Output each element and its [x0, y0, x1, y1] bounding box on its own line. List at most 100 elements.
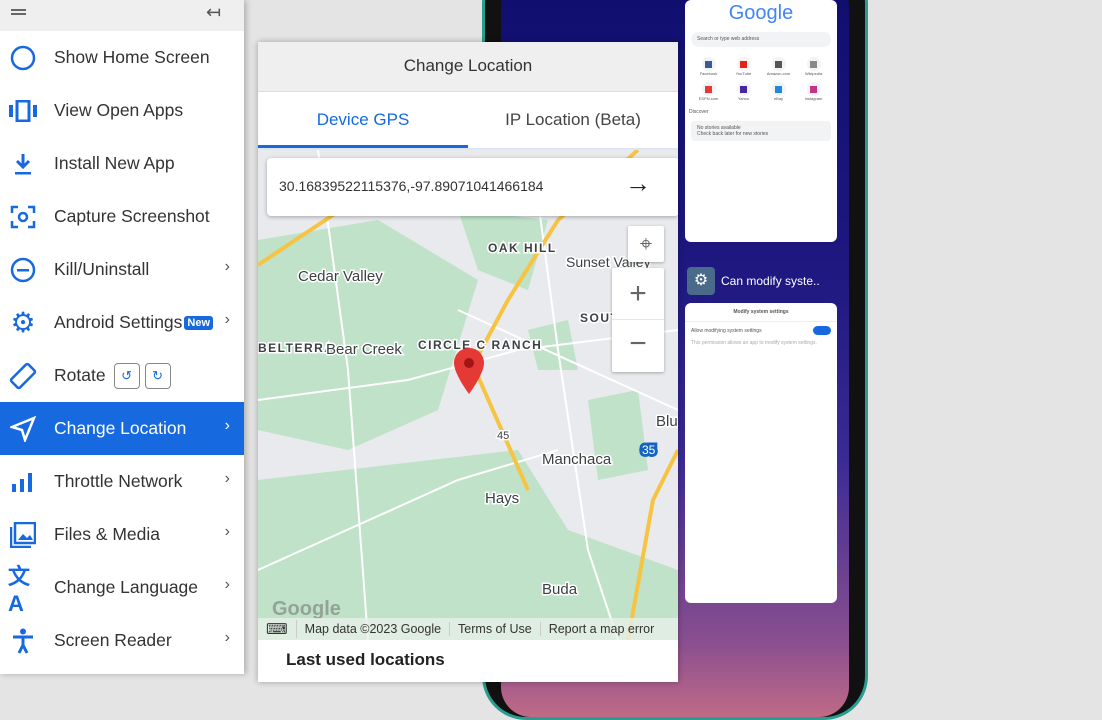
rotate-right-button[interactable]: ↻ [144, 362, 171, 389]
check-back-text: Check back later for new stories [697, 131, 769, 137]
sidebar-item-capture-screenshot[interactable]: Capture Screenshot [0, 190, 244, 243]
allow-desc: This permission allows an app to modify … [691, 340, 817, 346]
chevron-right-icon: › [224, 311, 230, 328]
allow-toggle[interactable] [813, 326, 831, 335]
shortcut-icon [736, 82, 751, 96]
sidebar-item-rotate[interactable]: Rotate ↺ ↻ [0, 349, 244, 402]
sidebar-item-throttle-network[interactable]: Throttle Network › [0, 455, 244, 508]
shortcut-icon [771, 82, 786, 96]
sidebar-item-label: Android Settings [54, 312, 183, 332]
sidebar-item-label: Capture Screenshot [54, 206, 210, 226]
sidebar-item-label: Change Location [54, 418, 187, 438]
download-icon [8, 149, 38, 179]
rotate-icon [8, 361, 38, 391]
shortcut-icon [701, 57, 716, 71]
search-box[interactable]: Search or type web address [691, 32, 831, 47]
image-icon [8, 520, 38, 550]
location-pin-icon[interactable] [452, 346, 486, 396]
shortcut-tile[interactable]: ESPN.com [691, 82, 726, 101]
sidebar: ↤ Show Home Screen View Open Apps Install … [0, 0, 244, 674]
terms-link[interactable]: Terms of Use [450, 622, 541, 636]
keyboard-icon[interactable]: ⌨ [258, 620, 297, 638]
accessibility-icon [8, 626, 38, 656]
menu-icon[interactable] [11, 9, 26, 11]
translate-icon: 文A [8, 563, 31, 616]
sidebar-item-label: Install New App [54, 153, 175, 173]
google-logo: Google [728, 2, 794, 24]
chevron-right-icon: › [224, 576, 230, 593]
chevron-right-icon: › [224, 258, 230, 275]
shortcut-label: YouTube [735, 71, 752, 76]
submit-arrow-icon[interactable]: → [625, 168, 651, 199]
settings-title: Modify system settings [685, 303, 837, 322]
rotate-left-button[interactable]: ↺ [113, 362, 140, 389]
zoom-controls: + − [612, 268, 664, 372]
shortcut-label: Facebook [699, 71, 718, 76]
sidebar-item-label: Throttle Network [54, 471, 183, 491]
tab-ip-location[interactable]: IP Location (Beta) [468, 92, 678, 148]
zoom-out-button[interactable]: − [612, 320, 664, 372]
coordinates-value: 30.16839522115376,-97.89071041466184 [279, 178, 544, 194]
shortcut-tile[interactable]: YouTube [726, 57, 761, 76]
shortcut-label: eBay [773, 96, 784, 101]
collapse-icon[interactable]: ↤ [206, 2, 221, 23]
map-data-text: Map data ©2023 Google [297, 622, 451, 636]
shortcut-tile[interactable]: Amazon.com [761, 57, 796, 76]
sidebar-item-label: Change Language [54, 577, 199, 597]
gear-icon: ⚙ [10, 307, 36, 338]
signal-icon [8, 467, 38, 497]
report-error-link[interactable]: Report a map error [541, 622, 663, 636]
app-label: Can modify syste.. [721, 274, 820, 288]
sidebar-item-change-language[interactable]: 文A Change Language › [0, 561, 244, 616]
sidebar-item-change-location[interactable]: Change Location › [0, 402, 244, 455]
shortcut-label: ESPN.com [698, 96, 719, 101]
shortcut-label: Amazon.com [766, 71, 791, 76]
shortcut-icon [806, 57, 821, 71]
sidebar-item-show-home-screen[interactable]: Show Home Screen [0, 31, 244, 84]
tab-device-gps[interactable]: Device GPS [258, 92, 468, 148]
circle-icon [8, 43, 38, 73]
chrome-recent-card[interactable]: Google Search or type web address Facebo… [685, 0, 837, 242]
new-badge: New [184, 315, 214, 330]
shortcut-tile[interactable]: eBay [761, 82, 796, 101]
apps-icon [8, 96, 38, 126]
discover-label: Discover [689, 109, 709, 115]
shortcut-icon [806, 82, 821, 96]
sidebar-item-label: Kill/Uninstall [54, 259, 150, 279]
shortcut-icon [736, 57, 751, 71]
zoom-in-button[interactable]: + [612, 268, 664, 320]
panel-title: Change Location [258, 42, 678, 92]
settings-recent-card[interactable]: Modify system settings Allow modifying s… [685, 303, 837, 603]
crosshair-icon: ⌖ [639, 231, 653, 256]
shortcut-tile[interactable]: Instagram [796, 82, 831, 101]
sidebar-item-files-media[interactable]: Files & Media › [0, 508, 244, 561]
sidebar-item-label: Rotate [54, 365, 106, 385]
chevron-right-icon: › [224, 523, 230, 540]
sidebar-item-android-settings[interactable]: ⚙ Android Settings New › [0, 296, 244, 349]
last-used-title: Last used locations [286, 650, 445, 669]
sidebar-item-view-open-apps[interactable]: View Open Apps [0, 84, 244, 137]
shortcut-tile[interactable]: Yahoo [726, 82, 761, 101]
shortcut-label: Yahoo [737, 96, 750, 101]
chevron-right-icon: › [224, 417, 230, 434]
shortcut-icon [771, 57, 786, 71]
change-location-panel: Change Location Device GPS IP Location (… [258, 42, 678, 682]
shortcut-label: Instagram [804, 96, 823, 101]
shortcut-tile[interactable]: Wikipedia [796, 57, 831, 76]
allow-row: Allow modifying system settings [685, 322, 837, 340]
sidebar-item-install-new-app[interactable]: Install New App [0, 137, 244, 190]
sidebar-item-kill-uninstall[interactable]: Kill/Uninstall › [0, 243, 244, 296]
coordinates-input[interactable]: 30.16839522115376,-97.89071041466184 → [267, 158, 678, 216]
sidebar-header: ↤ [0, 0, 244, 31]
shortcut-label: Wikipedia [804, 71, 823, 76]
navigation-icon [8, 414, 38, 444]
sidebar-item-label: Screen Reader [54, 630, 172, 650]
shortcut-tile[interactable]: Facebook [691, 57, 726, 76]
sidebar-item-screen-reader[interactable]: Screen Reader › [0, 614, 244, 667]
screenshot-icon [8, 202, 38, 232]
my-location-button[interactable]: ⌖ [628, 226, 664, 262]
allow-label: Allow modifying system settings [691, 328, 762, 334]
no-stories-box: No stories available Check back later fo… [691, 121, 831, 141]
map-attribution: ⌨ Map data ©2023 Google Terms of Use Rep… [258, 618, 678, 640]
map[interactable]: OAK HILL Sunset Valley Cedar Valley SOUT BEL… [258, 150, 678, 640]
